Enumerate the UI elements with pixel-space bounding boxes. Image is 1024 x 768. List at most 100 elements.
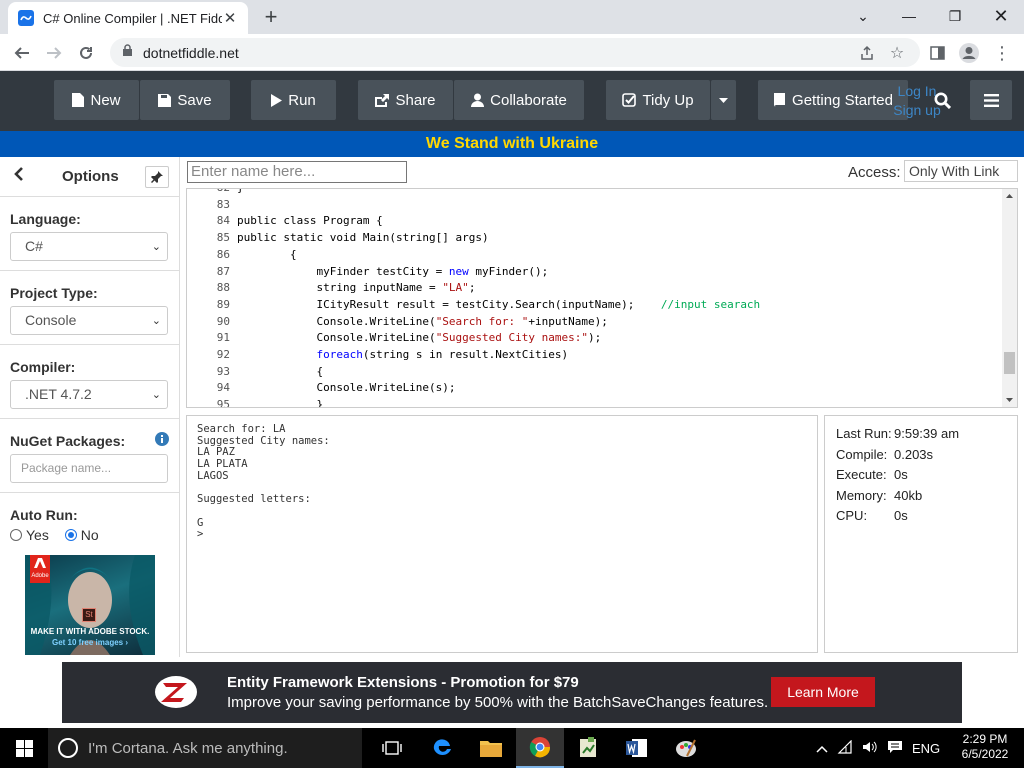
- bookmark-star-icon[interactable]: ☆: [884, 40, 910, 66]
- info-icon[interactable]: [155, 432, 169, 451]
- code-line[interactable]: 94 Console.WriteLine(s);: [187, 381, 456, 398]
- code-line[interactable]: 87 myFinder testCity = new myFinder();: [187, 265, 549, 282]
- chevron-down-icon: ⌄: [151, 315, 161, 327]
- code-line[interactable]: 91 Console.WriteLine("Suggested City nam…: [187, 331, 602, 348]
- collaborate-button[interactable]: Collaborate: [454, 80, 584, 120]
- code-text: myFinder testCity = new myFinder();: [237, 264, 549, 278]
- line-number: 84: [216, 214, 230, 228]
- back-button[interactable]: [9, 40, 35, 66]
- word-icon[interactable]: [613, 728, 661, 768]
- ad-headline: MAKE IT WITH ADOBE STOCK.: [30, 627, 150, 636]
- line-number: 95: [216, 398, 230, 408]
- browser-menu-icon[interactable]: ⋮: [989, 40, 1015, 66]
- paint-icon[interactable]: [662, 728, 710, 768]
- nuget-section: NuGet Packages: Package name...: [0, 419, 180, 493]
- code-text: Console.WriteLine("Suggested City names:…: [237, 331, 602, 345]
- notification-icon[interactable]: [887, 740, 903, 757]
- adobe-stock-ad[interactable]: Adobe St MAKE IT WITH ADOBE STOCK. Get 1…: [25, 555, 155, 655]
- hamburger-menu-button[interactable]: [970, 80, 1012, 120]
- close-window-button[interactable]: ✕: [978, 0, 1024, 32]
- auto-run-yes-option[interactable]: Yes: [10, 527, 49, 543]
- share-page-icon[interactable]: [854, 40, 880, 66]
- code-line[interactable]: 88 string inputName = "LA";: [187, 281, 476, 298]
- minimize-button[interactable]: —: [886, 0, 932, 32]
- fiddle-name-input[interactable]: Enter name here...: [187, 161, 407, 183]
- new-tab-button[interactable]: +: [258, 4, 284, 30]
- collapse-sidebar-icon[interactable]: [14, 167, 23, 186]
- tidy-dropdown-button[interactable]: [711, 80, 736, 120]
- network-icon[interactable]: [837, 739, 853, 757]
- browser-tab[interactable]: C# Online Compiler | .NET Fiddle ✕: [8, 2, 248, 34]
- volume-icon[interactable]: [862, 740, 878, 757]
- play-icon: [271, 93, 283, 107]
- save-button[interactable]: Save: [140, 80, 230, 120]
- spreadsheet-app-icon[interactable]: [564, 728, 612, 768]
- restore-button[interactable]: ❐: [932, 0, 978, 32]
- options-header: Options: [0, 157, 179, 197]
- tab-search-icon[interactable]: ⌄: [840, 0, 886, 32]
- language-label: Language:: [10, 211, 81, 227]
- url-bar[interactable]: dotnetfiddle.net: [110, 38, 920, 67]
- code-editor[interactable]: 82}83 84public class Program {85public st…: [186, 188, 1018, 408]
- access-select[interactable]: Only With Link: [904, 160, 1018, 182]
- code-line[interactable]: 93 {: [187, 365, 323, 382]
- share-button[interactable]: Share: [358, 80, 453, 120]
- language-select[interactable]: C# ⌄: [10, 232, 168, 261]
- editor-scrollbar[interactable]: [1002, 189, 1017, 407]
- compiler-section: Compiler: .NET 4.7.2 ⌄: [0, 345, 180, 419]
- address-bar-row: dotnetfiddle.net ☆ ⋮: [0, 34, 1024, 71]
- nuget-label: NuGet Packages:: [10, 433, 126, 449]
- chevron-down-icon: ⌄: [151, 241, 161, 253]
- search-button[interactable]: [916, 80, 968, 120]
- scroll-up-icon[interactable]: [1002, 191, 1017, 201]
- code-line[interactable]: 86 {: [187, 247, 297, 265]
- scroll-down-icon[interactable]: [1002, 395, 1017, 405]
- auto-run-no-option[interactable]: No: [64, 527, 99, 543]
- nuget-package-input[interactable]: Package name...: [10, 454, 168, 483]
- code-line[interactable]: 90 Console.WriteLine("Search for: "+inpu…: [187, 315, 608, 332]
- forward-button[interactable]: [41, 40, 67, 66]
- console-output[interactable]: Search for: LA Suggested City names: LA …: [186, 415, 818, 653]
- clock-date: 6/5/2022: [961, 747, 1009, 761]
- editor-scroll-thumb[interactable]: [1004, 352, 1015, 374]
- promo-banner[interactable]: Entity Framework Extensions - Promotion …: [62, 662, 962, 723]
- close-tab-icon[interactable]: ✕: [222, 9, 238, 27]
- cortana-search-box[interactable]: I'm Cortana. Ask me anything.: [48, 728, 362, 768]
- pin-icon[interactable]: [145, 166, 169, 188]
- windows-start-icon[interactable]: [0, 728, 48, 768]
- chrome-icon[interactable]: [516, 728, 564, 768]
- compiler-select[interactable]: .NET 4.7.2 ⌄: [10, 380, 168, 409]
- task-view-icon[interactable]: [368, 728, 416, 768]
- edge-icon[interactable]: [418, 728, 466, 768]
- line-number: 82: [187, 189, 230, 194]
- promo-text: Improve your saving performance by 500% …: [227, 694, 769, 711]
- run-button[interactable]: Run: [251, 80, 336, 120]
- ukraine-banner[interactable]: We Stand with Ukraine: [0, 131, 1024, 157]
- code-line[interactable]: 95 }: [187, 398, 323, 408]
- side-panel-icon[interactable]: [924, 40, 950, 66]
- code-line[interactable]: 92 foreach(string s in result.NextCities…: [187, 348, 568, 365]
- code-line[interactable]: 85 public static void Main(string[] args): [187, 231, 489, 248]
- new-button[interactable]: New: [54, 80, 139, 120]
- code-line[interactable]: 89 ICityResult result = testCity.Search(…: [187, 298, 760, 315]
- line-number: 83: [216, 197, 230, 211]
- file-explorer-icon[interactable]: [467, 728, 515, 768]
- lock-icon[interactable]: [122, 43, 133, 62]
- taskbar-clock[interactable]: 2:29 PM 6/5/2022: [952, 732, 1018, 762]
- options-title: Options: [62, 168, 119, 185]
- profile-avatar-icon[interactable]: [956, 40, 982, 66]
- learn-more-button[interactable]: Learn More: [771, 677, 875, 707]
- project-type-select[interactable]: Console ⌄: [10, 306, 168, 335]
- chevron-up-icon[interactable]: [816, 741, 828, 756]
- code-line[interactable]: 82}: [187, 189, 244, 198]
- code-line[interactable]: 84 public class Program {: [187, 214, 383, 231]
- radio-no[interactable]: [64, 529, 77, 541]
- input-language[interactable]: ENG: [912, 741, 940, 756]
- code-line[interactable]: 83: [187, 198, 230, 215]
- user-icon: [471, 93, 485, 107]
- code-text: foreach(string s in result.NextCities): [316, 348, 569, 361]
- line-number: 86: [216, 247, 230, 261]
- reload-button[interactable]: [73, 40, 99, 66]
- radio-yes[interactable]: [10, 529, 22, 541]
- tidy-up-button[interactable]: Tidy Up: [606, 80, 710, 120]
